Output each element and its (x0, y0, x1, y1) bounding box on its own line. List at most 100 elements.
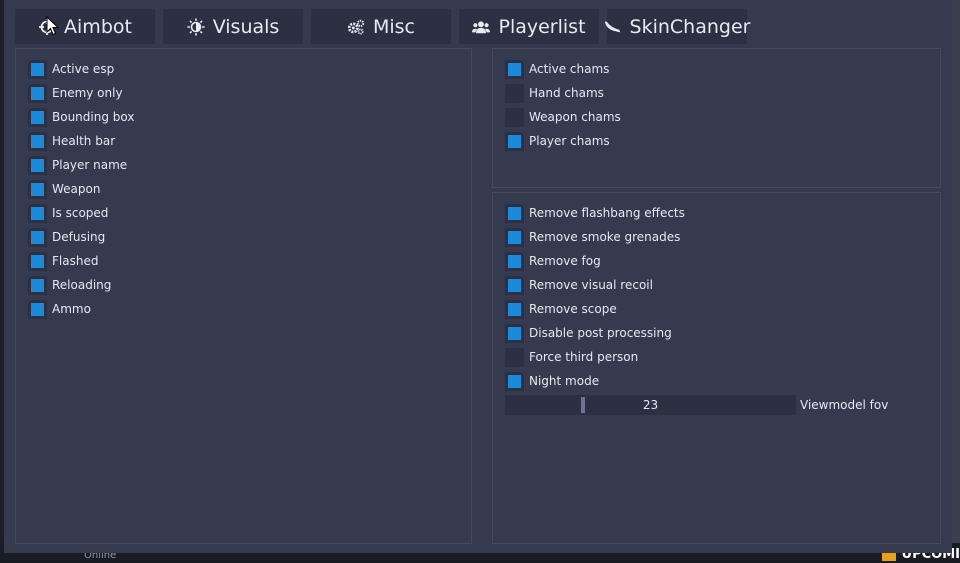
checkbox-checked-mark (31, 206, 44, 220)
checkbox[interactable] (28, 131, 47, 151)
esp-checkbox-row[interactable]: Active esp (28, 57, 134, 81)
checkbox-checked-mark (31, 302, 44, 316)
tab-playerlist[interactable]: Playerlist (459, 9, 599, 44)
esp-checkbox-row[interactable]: Player name (28, 153, 134, 177)
chams-checkbox-row[interactable]: Weapon chams (505, 105, 621, 129)
checkbox-label: Active chams (529, 62, 610, 76)
checkbox-label: Is scoped (52, 206, 109, 220)
checkbox[interactable] (505, 107, 524, 127)
checkbox-label: Reloading (52, 278, 112, 292)
tab-skinchanger[interactable]: SkinChanger (604, 9, 750, 44)
checkbox[interactable] (28, 227, 47, 247)
chams-checkbox-row[interactable]: Active chams (505, 57, 621, 81)
esp-checkbox-row[interactable]: Health bar (28, 129, 134, 153)
checkbox-checked-mark (31, 62, 44, 76)
esp-panel: Active esp Enemy only Bounding box Health b… (15, 48, 472, 544)
checkbox-label: Flashed (52, 254, 99, 268)
checkbox-label: Night mode (529, 374, 600, 388)
tab-misc[interactable]: Misc (311, 9, 451, 44)
checkbox-checked-mark (508, 302, 521, 316)
checkbox[interactable] (505, 227, 524, 247)
tab-playerlist-label: Playerlist (498, 15, 586, 38)
esp-checkbox-row[interactable]: Defusing (28, 225, 134, 249)
checkbox[interactable] (505, 251, 524, 271)
chams-checkbox-row[interactable]: Player chams (505, 129, 621, 153)
checkbox[interactable] (505, 275, 524, 295)
checkbox[interactable] (28, 203, 47, 223)
checkbox-checked-mark (508, 374, 521, 388)
checkbox-checked-mark (508, 326, 521, 340)
checkbox[interactable] (28, 59, 47, 79)
checkbox[interactable] (28, 275, 47, 295)
tab-aimbot[interactable]: Aimbot (15, 9, 155, 44)
tab-visuals[interactable]: Visuals (163, 9, 303, 44)
checkbox[interactable] (28, 179, 47, 199)
removal-checkbox-row[interactable]: Remove smoke grenades (505, 225, 685, 249)
checkbox-checked-mark (508, 62, 521, 76)
chams-checkbox-row[interactable]: Hand chams (505, 81, 621, 105)
removal-checkbox-row[interactable]: Remove scope (505, 297, 685, 321)
checkbox[interactable] (505, 131, 524, 151)
checkbox[interactable] (505, 203, 524, 223)
tab-visuals-label: Visuals (212, 15, 280, 38)
viewmodel-fov-row: 23 Viewmodel fov (505, 393, 888, 417)
checkbox-label: Health bar (52, 134, 116, 148)
removals-panel: Remove flashbang effects Remove smoke gre… (492, 192, 941, 544)
users-icon (472, 18, 491, 36)
checkbox[interactable] (505, 83, 524, 103)
sun-icon (187, 18, 205, 36)
checkbox-checked-mark (508, 230, 521, 244)
checkbox[interactable] (505, 59, 524, 79)
checkbox-checked-mark (508, 278, 521, 292)
esp-checkbox-row[interactable]: Bounding box (28, 105, 134, 129)
checkbox-label: Enemy only (52, 86, 123, 100)
viewmodel-fov-value: 23 (642, 398, 659, 412)
checkbox-checked-mark (508, 206, 521, 220)
removal-checkbox-row[interactable]: Force third person (505, 345, 685, 369)
checkbox-checked-mark (508, 134, 521, 148)
checkbox[interactable] (505, 347, 524, 367)
checkbox[interactable] (28, 107, 47, 127)
knife-icon (604, 18, 622, 36)
removal-checkbox-row[interactable]: Remove visual recoil (505, 273, 685, 297)
checkbox-label: Remove flashbang effects (529, 206, 685, 220)
removal-checkbox-row[interactable]: Remove fog (505, 249, 685, 273)
checkbox[interactable] (28, 299, 47, 319)
checkbox[interactable] (505, 371, 524, 391)
removal-checkbox-row[interactable]: Remove flashbang effects (505, 201, 685, 225)
chams-list: Active chams Hand chams Weapon chams Player… (505, 57, 621, 153)
checkbox-label: Remove fog (529, 254, 601, 268)
esp-checkbox-row[interactable]: Flashed (28, 249, 134, 273)
removal-checkbox-row[interactable]: Night mode (505, 369, 685, 393)
checkbox-label: Remove visual recoil (529, 278, 653, 292)
checkbox-checked-mark (31, 86, 44, 100)
checkbox-label: Force third person (529, 350, 639, 364)
cheat-menu-window: Aimbot Visuals Misc Playerlist SkinChang… (4, 0, 952, 553)
esp-checkbox-row[interactable]: Enemy only (28, 81, 134, 105)
tab-misc-label: Misc (372, 15, 416, 38)
checkbox-checked-mark (31, 254, 44, 268)
removal-checkbox-row[interactable]: Disable post processing (505, 321, 685, 345)
esp-checkbox-row[interactable]: Reloading (28, 273, 134, 297)
checkbox-label: Active esp (52, 62, 115, 76)
checkbox-checked-mark (508, 254, 521, 268)
viewmodel-fov-slider[interactable]: 23 (505, 395, 796, 415)
tab-aimbot-label: Aimbot (64, 15, 132, 38)
checkbox[interactable] (505, 299, 524, 319)
tab-bar: Aimbot Visuals Misc Playerlist SkinChang… (15, 9, 750, 44)
esp-checkbox-row[interactable]: Is scoped (28, 201, 134, 225)
checkbox-checked-mark (31, 158, 44, 172)
esp-checkbox-row[interactable]: Ammo (28, 297, 134, 321)
chams-panel: Active chams Hand chams Weapon chams Player… (492, 48, 941, 188)
checkbox-label: Remove smoke grenades (529, 230, 681, 244)
checkbox-label: Weapon (52, 182, 101, 196)
esp-checkbox-row[interactable]: Weapon (28, 177, 134, 201)
checkbox-label: Player name (52, 158, 128, 172)
checkbox[interactable] (28, 83, 47, 103)
checkbox[interactable] (28, 155, 47, 175)
checkbox-label: Defusing (52, 230, 106, 244)
checkbox[interactable] (28, 251, 47, 271)
removals-list: Remove flashbang effects Remove smoke gre… (505, 201, 685, 393)
checkbox-checked-mark (31, 230, 44, 244)
checkbox[interactable] (505, 323, 524, 343)
